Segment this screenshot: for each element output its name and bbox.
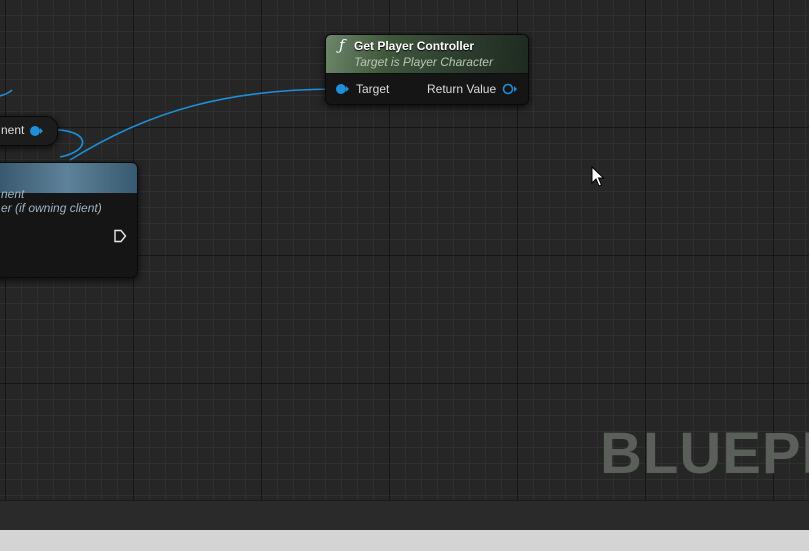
partial-title-text: nent	[1, 187, 25, 201]
wire-target-to-component[interactable]	[69, 88, 338, 161]
node-title: Get Player Controller	[354, 39, 475, 53]
return-value-pin-label: Return Value	[427, 82, 497, 96]
partial-subtitle-text: er (if owning client)	[1, 201, 102, 215]
component-output-pin-icon[interactable]	[30, 125, 44, 137]
target-pin-label: Target	[356, 82, 390, 96]
bottom-strip	[0, 530, 809, 551]
f-icon: ƒ	[339, 36, 345, 54]
blueprint-graph-canvas[interactable]: ƒ Get Player Controller Target is Player…	[0, 0, 809, 500]
get-player-controller-node[interactable]: ƒ Get Player Controller Target is Player…	[325, 34, 529, 105]
component-getter-node-partial[interactable]: nent	[0, 116, 58, 146]
wire-top-left-stub[interactable]	[0, 89, 13, 97]
blueprint-watermark: BLUEPR	[600, 421, 809, 486]
return-value-output-pin-icon[interactable]	[502, 83, 518, 95]
component-node-label: nent	[1, 123, 25, 137]
target-input-pin-icon[interactable]	[336, 83, 350, 95]
node-header: ƒ Get Player Controller Target is Player…	[326, 35, 528, 74]
node-subtitle: Target is Player Character	[354, 55, 493, 69]
graph-status-bar	[0, 500, 809, 531]
mouse-pointer-icon	[591, 166, 605, 187]
call-node-partial[interactable]: nent er (if owning client)	[0, 162, 138, 278]
exec-pin-icon[interactable]	[113, 229, 127, 243]
